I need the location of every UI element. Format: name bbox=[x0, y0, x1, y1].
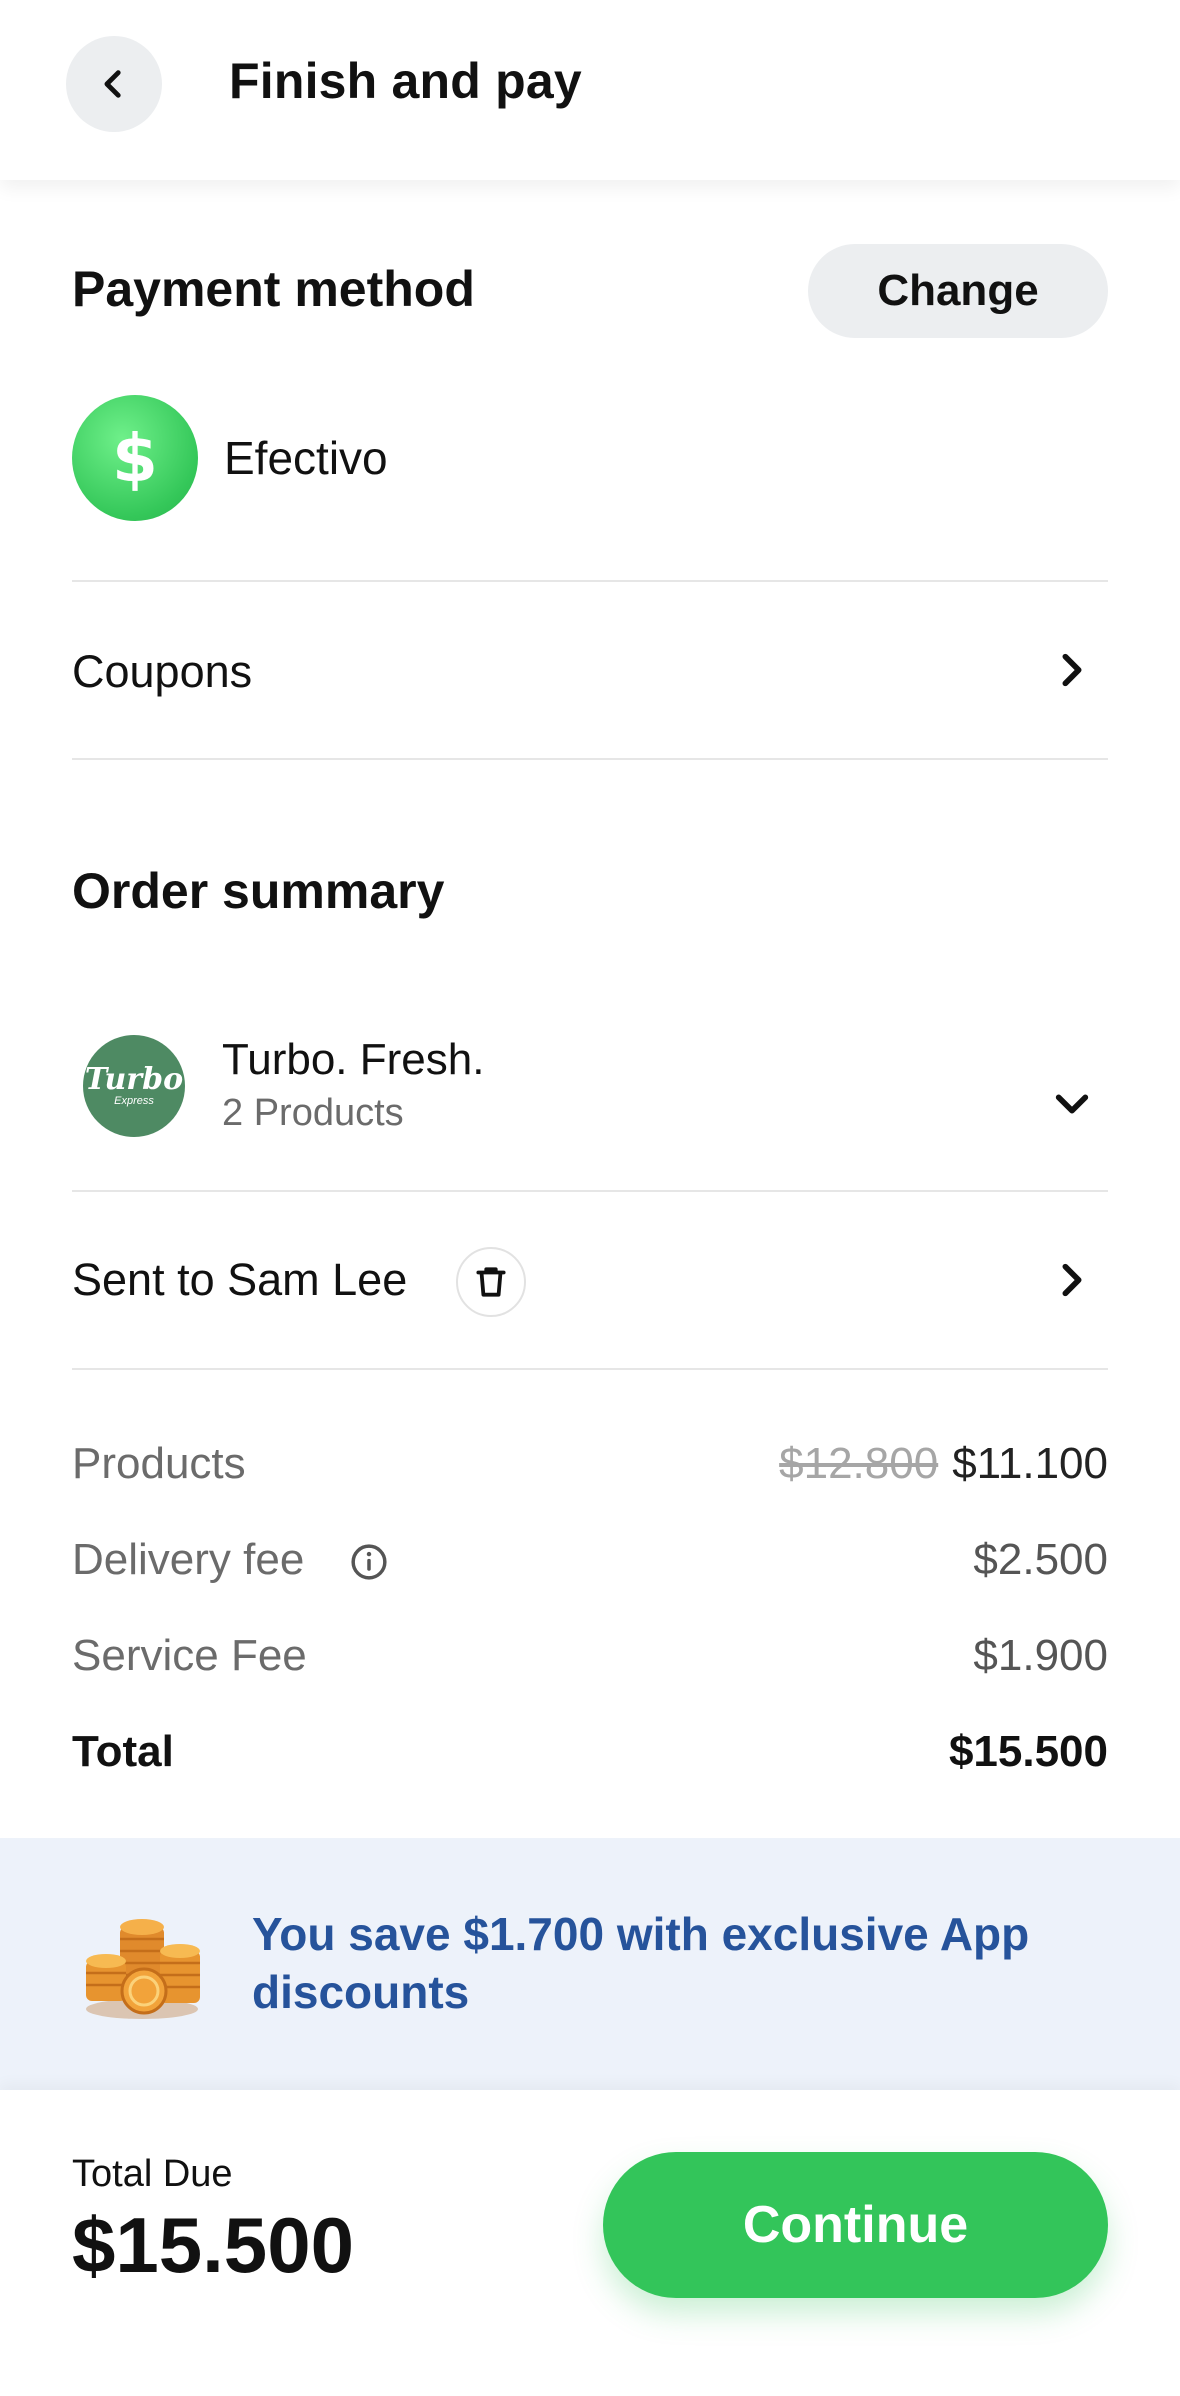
delete-recipient-button[interactable] bbox=[456, 1247, 526, 1317]
payment-method-title: Payment method bbox=[72, 261, 475, 317]
delivery-recipient-label: Sent to Sam Lee bbox=[72, 1254, 408, 1305]
divider bbox=[72, 1368, 1108, 1370]
chevron-down-icon[interactable] bbox=[1052, 1084, 1092, 1124]
trash-icon bbox=[476, 1267, 506, 1297]
delivery-recipient-row[interactable]: Sent to Sam Lee bbox=[0, 1192, 1180, 1368]
service-fee-label: Service Fee bbox=[72, 1631, 307, 1680]
products-original-price: $12.800 bbox=[779, 1439, 939, 1488]
continue-button[interactable]: Continue bbox=[603, 2152, 1108, 2298]
coupons-label: Coupons bbox=[72, 646, 253, 697]
info-icon[interactable] bbox=[350, 1543, 388, 1581]
store-name: Turbo. Fresh. bbox=[222, 1035, 485, 1084]
store-products-count: 2 Products bbox=[222, 1092, 404, 1134]
total-value: $15.500 bbox=[948, 1727, 1108, 1776]
divider bbox=[72, 758, 1108, 760]
store-row[interactable]: Turbo Express Turbo. Fresh. 2 Products bbox=[0, 1000, 1180, 1190]
total-due-label: Total Due bbox=[72, 2153, 233, 2195]
chevron-right-icon bbox=[1062, 653, 1082, 687]
cash-icon: $ bbox=[72, 395, 198, 521]
top-bar: Finish and pay bbox=[0, 0, 1180, 180]
products-value: $12.800 $11.100 bbox=[779, 1439, 1108, 1489]
change-payment-button[interactable]: Change bbox=[808, 244, 1108, 338]
back-button[interactable] bbox=[66, 36, 162, 132]
coins-icon bbox=[86, 1919, 200, 2019]
order-summary-title: Order summary bbox=[72, 863, 445, 919]
store-logo: Turbo Express bbox=[83, 1035, 185, 1137]
total-due-value: $15.500 bbox=[72, 2201, 354, 2289]
products-label: Products bbox=[72, 1439, 246, 1488]
total-label: Total bbox=[72, 1727, 174, 1776]
payment-method-label: Efectivo bbox=[224, 432, 388, 484]
products-discounted-price: $11.100 bbox=[952, 1439, 1108, 1488]
page-title: Finish and pay bbox=[229, 53, 582, 109]
chevron-left-icon bbox=[104, 70, 121, 98]
chevron-right-icon bbox=[1062, 1263, 1082, 1297]
delivery-fee-label: Delivery fee bbox=[72, 1535, 305, 1584]
delivery-fee-value: $2.500 bbox=[973, 1535, 1108, 1584]
coupons-row[interactable]: Coupons bbox=[0, 582, 1180, 758]
savings-message: You save $1.700 with exclusive App disco… bbox=[252, 1908, 1030, 2018]
service-fee-value: $1.900 bbox=[973, 1631, 1108, 1680]
